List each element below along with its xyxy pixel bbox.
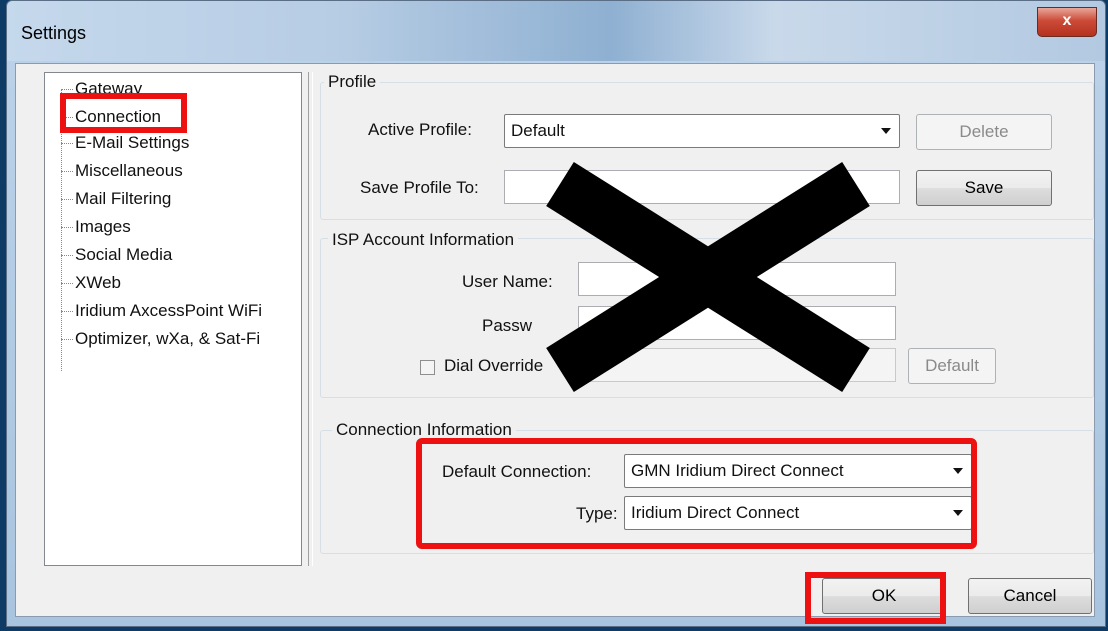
annotation-highlight-ok bbox=[805, 572, 946, 624]
annotation-highlight-connection bbox=[60, 93, 187, 133]
annotation-highlight-connection-info bbox=[416, 438, 977, 549]
